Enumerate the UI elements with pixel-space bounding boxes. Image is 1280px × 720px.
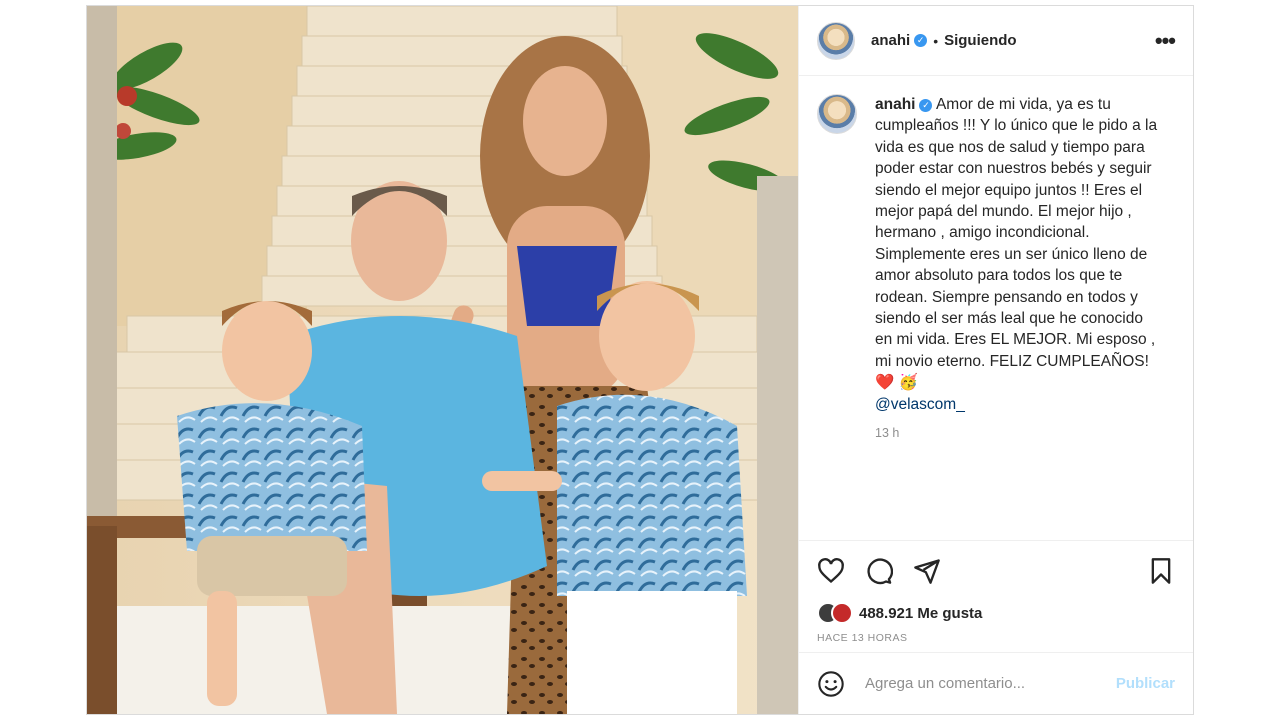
caption-time[interactable]: 13 h bbox=[875, 423, 1161, 444]
caption-author-avatar[interactable] bbox=[817, 94, 857, 134]
following-button[interactable]: Siguiendo bbox=[944, 32, 1017, 49]
posted-ago[interactable]: HACE 13 HORAS bbox=[799, 626, 1193, 652]
share-paper-plane-icon[interactable] bbox=[913, 557, 941, 585]
caption-comment: anahi ✓ Amor de mi vida, ya es tu cumplea… bbox=[817, 94, 1175, 445]
save-bookmark-icon[interactable] bbox=[1147, 557, 1175, 585]
author-avatar[interactable] bbox=[817, 21, 855, 60]
likes-count[interactable]: 488.921 Me gusta bbox=[859, 605, 982, 622]
verified-badge-icon: ✓ bbox=[914, 34, 928, 47]
liker-avatar bbox=[831, 602, 853, 624]
caption-text: Amor de mi vida, ya es tu cumpleaños !!!… bbox=[875, 96, 1158, 370]
caption-body: anahi ✓ Amor de mi vida, ya es tu cumplea… bbox=[875, 94, 1161, 445]
author-username[interactable]: anahi bbox=[871, 32, 910, 49]
verified-badge-icon: ✓ bbox=[919, 99, 933, 112]
post-photo[interactable] bbox=[87, 6, 798, 714]
comment-input[interactable] bbox=[863, 674, 1116, 693]
add-comment-bar: Publicar bbox=[799, 652, 1193, 714]
family-photo-illustration bbox=[87, 6, 798, 714]
likes-summary[interactable]: 488.921 Me gusta bbox=[799, 600, 1193, 626]
caption-username[interactable]: anahi bbox=[875, 96, 915, 113]
more-options-icon[interactable]: ••• bbox=[1155, 28, 1176, 54]
post-side-panel: anahi ✓ • Siguiendo ••• anahi ✓ Amor de m… bbox=[798, 6, 1193, 714]
emoji-smile-icon[interactable] bbox=[817, 670, 845, 698]
caption-emojis: ❤️ 🥳 bbox=[875, 374, 918, 392]
separator-dot: • bbox=[933, 32, 939, 49]
publish-button[interactable]: Publicar bbox=[1116, 675, 1175, 692]
comment-bubble-icon[interactable] bbox=[865, 557, 893, 585]
action-bar bbox=[799, 540, 1193, 600]
comments-section: anahi ✓ Amor de mi vida, ya es tu cumplea… bbox=[799, 76, 1193, 540]
mention-link[interactable]: @velascom_ bbox=[875, 396, 965, 413]
instagram-post-frame: anahi ✓ • Siguiendo ••• anahi ✓ Amor de m… bbox=[86, 5, 1194, 715]
like-heart-icon[interactable] bbox=[817, 557, 845, 585]
post-header: anahi ✓ • Siguiendo ••• bbox=[799, 6, 1193, 76]
